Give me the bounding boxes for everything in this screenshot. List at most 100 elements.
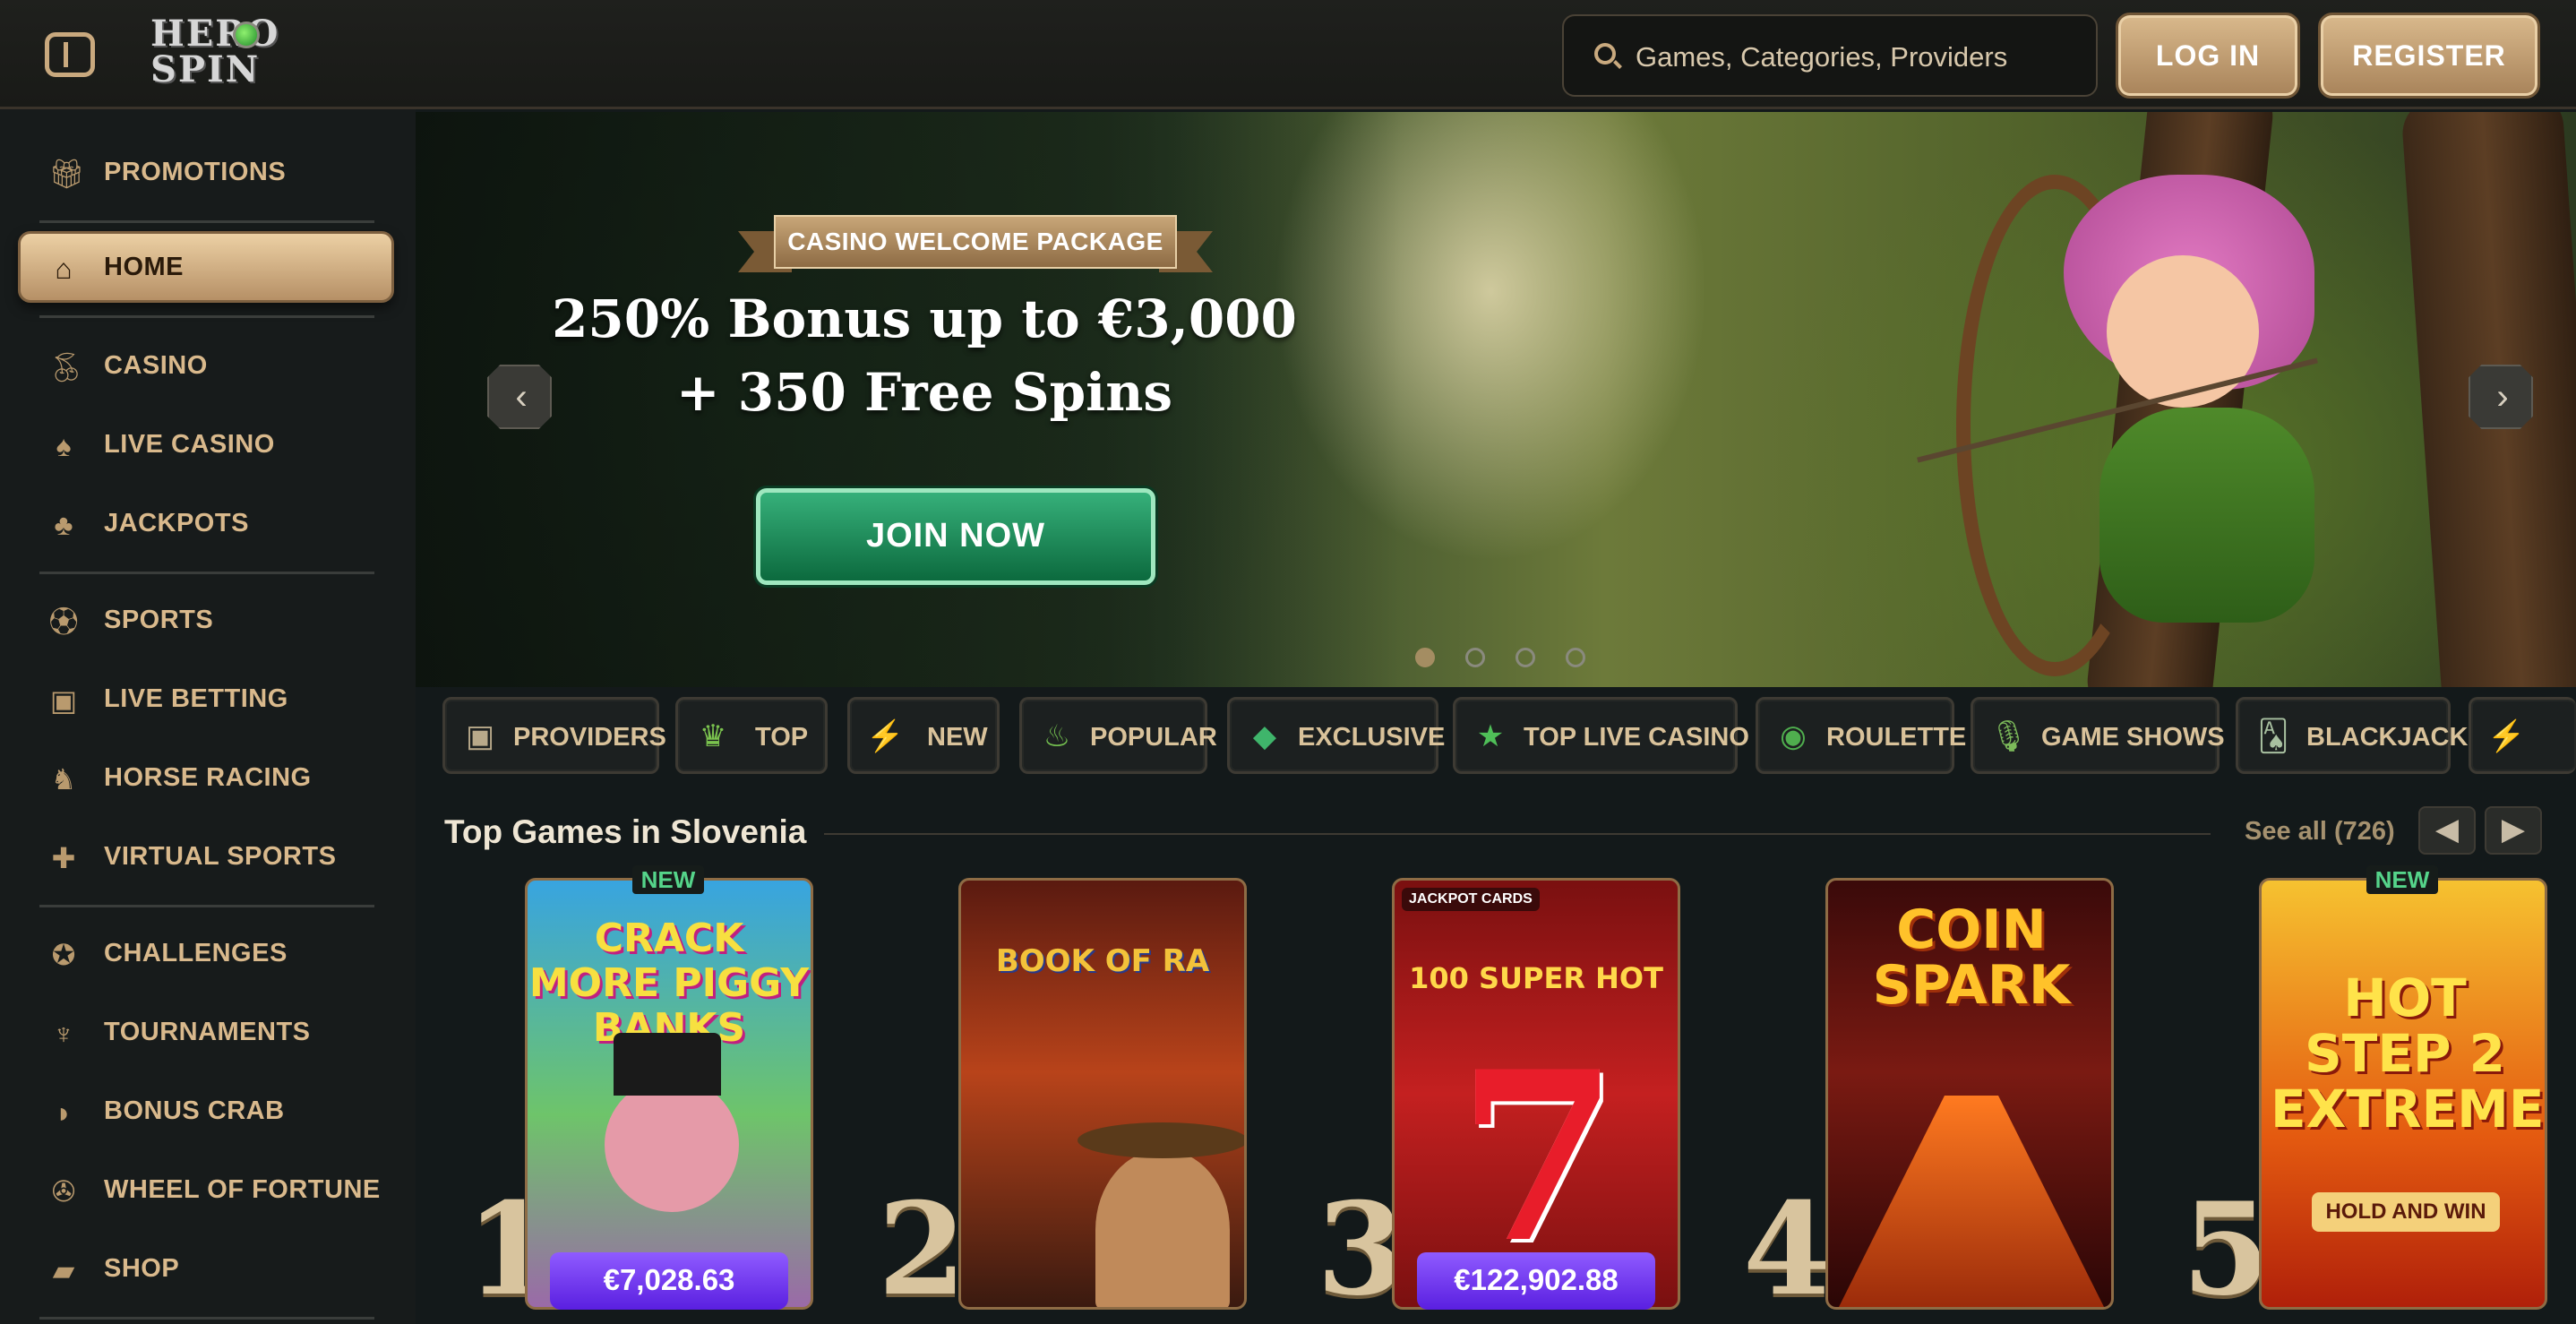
search-placeholder: Games, Categories, Providers xyxy=(1636,41,2008,73)
new-badge: NEW xyxy=(2366,865,2438,894)
see-all-link[interactable]: See all (726) xyxy=(2245,817,2395,847)
register-button[interactable]: REGISTER xyxy=(2318,13,2540,99)
app-root: HERO SPIN Games, Categories, Providers LO… xyxy=(0,0,2576,1324)
sidebar-item-label: SHOP xyxy=(104,1254,180,1283)
sidebar-item-label: LIVE BETTING xyxy=(104,684,288,713)
sidebar-item-home[interactable]: ⌂ HOME xyxy=(18,231,394,303)
sidebar-item-shop[interactable]: ▰ SHOP xyxy=(18,1233,394,1304)
carousel-dot[interactable] xyxy=(1465,648,1485,667)
game-title: CRACK MORE PIGGY BANKS xyxy=(528,916,810,1051)
game-card[interactable]: JACKPOT CARDS 100 SUPER HOT 7 xyxy=(1392,878,1680,1310)
sidebar-item-casino[interactable]: 🍒︎ CASINO xyxy=(18,330,394,401)
jackpot-amount: €7,028.63 xyxy=(550,1252,788,1310)
sidebar-item-virtual-sports[interactable]: ✚ VIRTUAL SPORTS xyxy=(18,821,394,892)
sidebar-item-label: BONUS CRAB xyxy=(104,1096,285,1125)
sidebar-item-label: WHEEL OF FORTUNE xyxy=(104,1175,381,1204)
sidebar-item-label: HOME xyxy=(104,253,184,281)
game-title: COIN SPARK xyxy=(1872,898,2071,1017)
hero-next-button[interactable]: › xyxy=(2469,365,2533,429)
sidebar-item-sports[interactable]: ⚽︎ SPORTS xyxy=(18,584,394,656)
category-label: TOP LIVE CASINO xyxy=(1524,723,1749,752)
game-card[interactable]: BOOK OF RA xyxy=(958,878,1247,1310)
sidebar-item-live-casino[interactable]: ♠ LIVE CASINO xyxy=(18,408,394,480)
hero-title-line1: 250% Bonus up to €3,000 xyxy=(552,288,1297,349)
category-label: BLACKJACK xyxy=(2306,723,2469,752)
carousel-dot[interactable] xyxy=(1415,648,1435,667)
crown-icon: ♛ xyxy=(699,719,727,753)
sidebar-item-tournaments[interactable]: ♆ TOURNAMENTS xyxy=(18,996,394,1068)
sidebar-item-bonus-crab[interactable]: ◗ BONUS CRAB xyxy=(18,1075,394,1147)
clover-icon: ♣ xyxy=(54,509,73,541)
sidebar-item-challenges[interactable]: ✪ CHALLENGES xyxy=(18,917,394,989)
login-button[interactable]: LOG IN xyxy=(2116,13,2300,99)
sidebar-item-label: CHALLENGES xyxy=(104,939,288,967)
volcano-image xyxy=(1837,1096,2106,1307)
jackpot-cards-label: JACKPOT CARDS xyxy=(1402,888,1540,911)
crab-icon: ◗ xyxy=(55,1096,73,1129)
game-title: BOOK OF RA xyxy=(995,943,1210,979)
category-new[interactable]: ⚡ NEW xyxy=(847,697,1000,774)
category-blackjack[interactable]: 🂡 BLACKJACK xyxy=(2236,697,2468,774)
sidebar-item-label: SPORTS xyxy=(104,606,214,634)
hero-prev-button[interactable]: ‹ xyxy=(487,365,552,429)
join-now-button[interactable]: JOIN NOW xyxy=(756,488,1155,585)
sidebar-item-label: JACKPOTS xyxy=(104,509,249,537)
section-divider xyxy=(824,833,2211,835)
hold-and-win-label: HOLD AND WIN xyxy=(2312,1192,2500,1232)
more-icon: ⚡ xyxy=(2487,719,2526,753)
hero-title: 250% Bonus up to €3,000 + 350 Free Spins xyxy=(550,282,1299,429)
search-input[interactable]: Games, Categories, Providers xyxy=(1562,14,2098,97)
category-top[interactable]: ♛ TOP xyxy=(675,697,828,774)
category-top-live-casino[interactable]: ★ TOP LIVE CASINO xyxy=(1453,697,1749,774)
sidebar-divider xyxy=(39,905,374,907)
category-exclusive[interactable]: ◆ EXCLUSIVE xyxy=(1227,697,1445,774)
lightning-icon: ⚡ xyxy=(866,719,905,753)
sidebar-item-promotions[interactable]: 🎁︎ PROMOTIONS xyxy=(18,136,394,208)
sidebar-item-horse-racing[interactable]: ♞ HORSE RACING xyxy=(18,742,394,813)
games-prev-button[interactable]: ◀ xyxy=(2418,806,2476,855)
search-icon xyxy=(1594,43,1616,64)
seven-symbol-image: 7 xyxy=(1456,1021,1619,1294)
sidebar-item-wheel-of-fortune[interactable]: ✇ WHEEL OF FORTUNE xyxy=(18,1154,394,1225)
chevron-right-icon: › xyxy=(2496,377,2509,417)
category-more[interactable]: ⚡ xyxy=(2469,697,2576,774)
category-providers[interactable]: ▣ PROVIDERS xyxy=(442,697,666,774)
star-icon: ★ xyxy=(1476,719,1505,753)
carousel-dot[interactable] xyxy=(1566,648,1585,667)
game-card[interactable]: COIN SPARK xyxy=(1825,878,2114,1310)
category-game-shows[interactable]: 🎙 GAME SHOWS xyxy=(1971,697,2225,774)
game-title: HOT STEP 2 EXTREME xyxy=(2271,967,2545,1139)
rank-number: 5 xyxy=(2182,1175,2271,1324)
gamepad-icon: ✚ xyxy=(51,842,76,874)
section-title: Top Games in Slovenia xyxy=(444,813,807,850)
roulette-icon: ◉ xyxy=(1780,719,1807,753)
hero-spin-logo[interactable]: HERO SPIN xyxy=(150,16,278,95)
carousel-dot[interactable] xyxy=(1516,648,1535,667)
horse-icon: ♞ xyxy=(50,763,77,795)
hero-banner[interactable]: CASINO WELCOME PACKAGE 250% Bonus up to … xyxy=(416,112,2576,687)
sidebar-toggle-icon[interactable] xyxy=(45,32,95,77)
medal-icon: ✪ xyxy=(51,939,76,971)
top-hat-image xyxy=(614,1033,721,1096)
chevron-left-icon: ◀ xyxy=(2434,812,2460,847)
sidebar-item-label: CASINO xyxy=(104,351,208,380)
sidebar-item-live-betting[interactable]: ▣ LIVE BETTING xyxy=(18,663,394,735)
category-label: ROULETTE xyxy=(1826,723,1967,752)
flame-icon: ♨ xyxy=(1043,719,1071,753)
game-card[interactable]: CRACK MORE PIGGY BANKS xyxy=(525,878,813,1310)
sidebar-item-jackpots[interactable]: ♣ JACKPOTS xyxy=(18,487,394,559)
sidebar-divider xyxy=(39,220,374,223)
category-roulette[interactable]: ◉ ROULETTE xyxy=(1756,697,1966,774)
pig-character-image xyxy=(605,1078,739,1212)
game-card[interactable]: HOT STEP 2 EXTREME HOLD AND WIN xyxy=(2259,878,2547,1310)
wheel-icon: ✇ xyxy=(51,1175,76,1208)
category-popular[interactable]: ♨ POPULAR xyxy=(1019,697,1217,774)
sidebar-divider xyxy=(39,1317,374,1320)
chevron-left-icon: ‹ xyxy=(515,377,528,417)
microphone-icon: 🎙 xyxy=(1989,719,2029,753)
top-header: HERO SPIN Games, Categories, Providers LO… xyxy=(0,0,2576,109)
trophy-icon: ♆ xyxy=(53,1018,74,1050)
live-screen-icon: ▣ xyxy=(49,684,78,717)
rank-number: 4 xyxy=(1743,1175,1832,1324)
games-next-button[interactable]: ▶ xyxy=(2485,806,2542,855)
